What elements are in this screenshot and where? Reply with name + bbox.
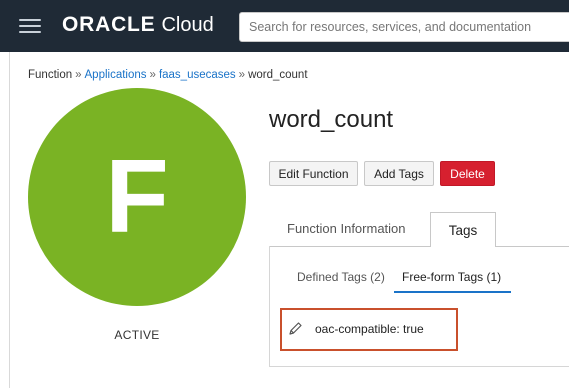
- tab-tags[interactable]: Tags: [430, 212, 496, 247]
- top-navigation-bar: ORACLE Cloud: [0, 0, 569, 52]
- breadcrumb-separator: »: [149, 69, 156, 81]
- avatar-letter: F: [105, 139, 169, 255]
- edit-function-button[interactable]: Edit Function: [269, 161, 358, 186]
- breadcrumb-separator: »: [75, 69, 82, 81]
- active-tab-indicator: [394, 291, 511, 293]
- pencil-icon[interactable]: [288, 321, 303, 336]
- search-input[interactable]: [239, 12, 569, 42]
- tab-defined-tags[interactable]: Defined Tags (2): [297, 270, 385, 284]
- breadcrumb-separator: »: [238, 69, 246, 81]
- add-tags-button[interactable]: Add Tags: [364, 161, 434, 186]
- menu-icon[interactable]: [19, 16, 41, 34]
- oracle-cloud-logo[interactable]: ORACLE Cloud: [62, 13, 214, 39]
- content-frame-border: [9, 52, 10, 388]
- status-label: ACTIVE: [114, 328, 160, 342]
- breadcrumb-applications-link[interactable]: Applications: [85, 69, 147, 81]
- breadcrumb-function: Function: [28, 69, 73, 81]
- tab-function-information[interactable]: Function Information: [287, 221, 406, 236]
- breadcrumb-current: word_count: [248, 69, 308, 81]
- delete-button[interactable]: Delete: [440, 161, 495, 186]
- tab-tags-label: Tags: [448, 222, 478, 238]
- logo-brand: ORACLE: [62, 13, 156, 36]
- tab-free-form-tags[interactable]: Free-form Tags (1): [402, 270, 501, 284]
- breadcrumb-application-link[interactable]: faas_usecases: [159, 69, 236, 81]
- free-form-tag: oac-compatible: true: [315, 322, 424, 336]
- breadcrumb: Function» Applications» faas_usecases» word…: [28, 69, 308, 81]
- logo-product: Cloud: [161, 14, 214, 36]
- page-title: word_count: [269, 106, 394, 133]
- function-avatar: F: [28, 88, 246, 306]
